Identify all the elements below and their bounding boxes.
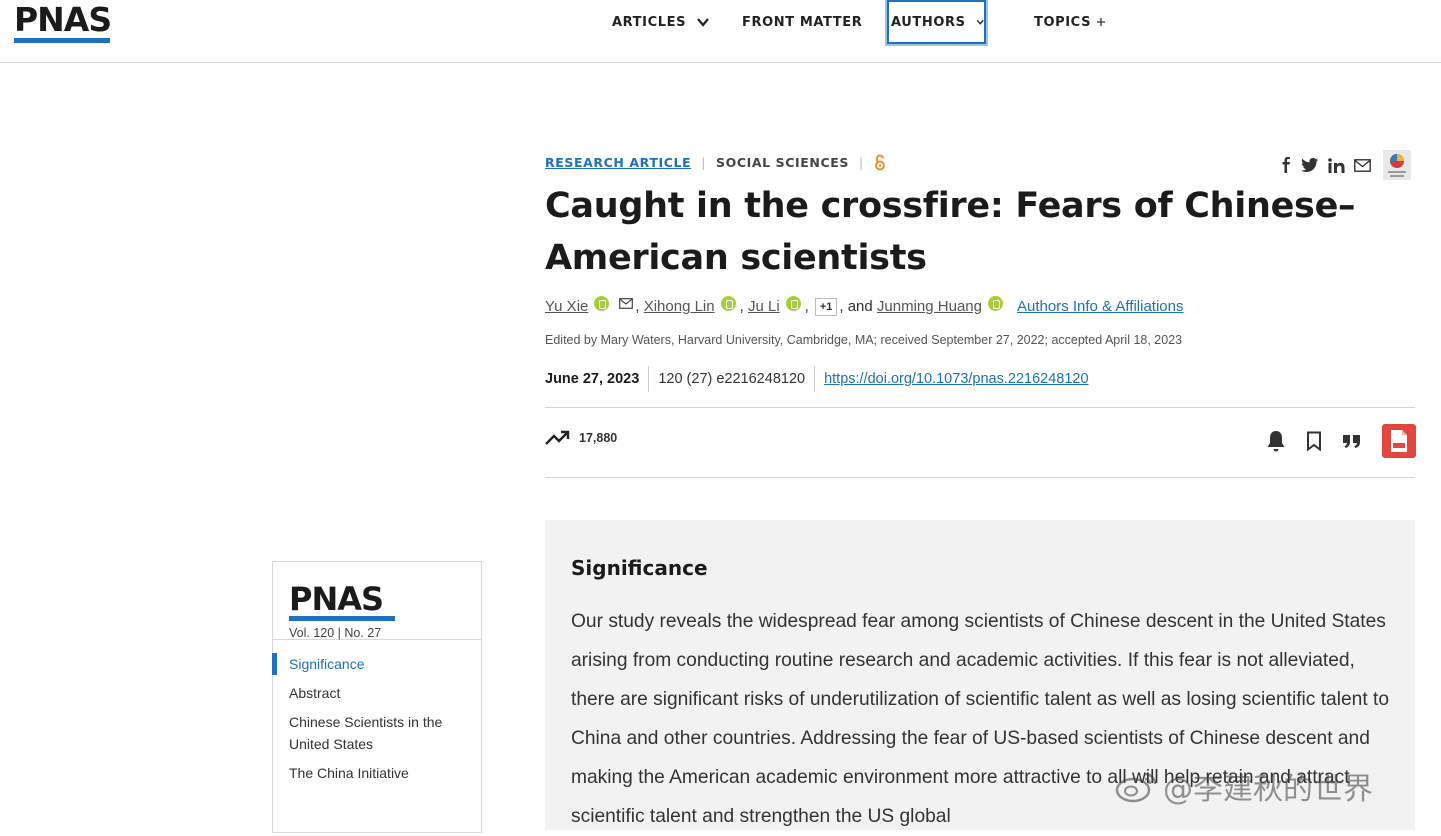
watermark: @李建秋的世界 [1115,764,1373,808]
pnas-logo[interactable]: PNAS [14,0,112,43]
issue-sidebar: PNAS Vol. 120 | No. 27 Significance Abst… [272,561,482,833]
toc-item-significance[interactable]: Significance [272,650,481,679]
more-authors-button[interactable]: +1 [814,297,838,316]
quote-icon[interactable] [1342,433,1362,449]
chevron-down-icon [976,19,984,25]
article-title: Caught in the crossfire: Fears of Chines… [545,186,1356,278]
doi-link[interactable]: https://doi.org/10.1073/pnas.2216248120 [824,371,1088,387]
volume-issue: Vol. 120 | No. 27 [289,626,382,640]
chevron-down-icon [697,18,709,27]
mail-icon[interactable] [619,298,634,309]
divider [545,477,1415,478]
nav-front-matter[interactable]: FRONT MATTER [742,0,862,44]
author-link[interactable]: Ju Li [748,298,780,315]
comma: , [739,298,748,315]
toc-item-abstract[interactable]: Abstract [273,679,481,708]
article-type-link[interactable]: RESEARCH ARTICLE [545,155,691,170]
article-meta: RESEARCH ARTICLE | SOCIAL SCIENCES | [545,154,886,171]
plus-icon [1097,18,1106,26]
divider [814,366,816,392]
comma: , [635,298,644,315]
share-bar [1280,150,1411,180]
publication-info: June 27, 2023 120 (27) e2216248120 https… [545,366,1089,392]
linkedin-icon[interactable] [1328,157,1345,173]
nav-authors[interactable]: AUTHORS [887,0,986,44]
author-link[interactable]: Junming Huang [877,298,982,315]
divider [545,407,1415,408]
sidebar-header[interactable]: PNAS Vol. 120 | No. 27 [273,562,481,640]
article-tools [1266,424,1416,458]
site-header: PNAS ARTICLES FRONT MATTER AUTHORS TOPIC… [0,0,1441,63]
logo-text: PNAS [14,0,112,39]
weibo-logo-icon [1115,772,1157,803]
orcid-icon[interactable] [785,296,801,311]
divider [648,366,650,392]
check-updates-icon[interactable] [1383,150,1411,180]
article-section[interactable]: SOCIAL SCIENCES [716,155,849,170]
facebook-icon[interactable] [1280,157,1292,173]
nav-topics[interactable]: TOPICS [1034,0,1106,44]
citation: 120 (27) e2216248120 [658,371,806,387]
nav-authors-label: AUTHORS [891,14,966,30]
nav-articles-label: ARTICLES [612,14,687,30]
orcid-icon[interactable] [594,296,610,311]
divider: | [701,155,706,170]
publication-date: June 27, 2023 [545,371,640,387]
nav-topics-label: TOPICS [1034,14,1092,30]
table-of-contents: Significance Abstract Chinese Scientists… [272,640,481,788]
author-link[interactable]: Xihong Lin [644,298,715,315]
author-link[interactable]: Yu Xie [545,298,588,315]
toc-item-chinese-scientists[interactable]: Chinese Scientists in the United States [273,708,481,759]
and-text: , and [839,298,873,315]
pdf-download-button[interactable] [1382,424,1416,458]
orcid-icon[interactable] [720,296,736,311]
nav-articles[interactable]: ARTICLES [612,0,710,44]
twitter-icon[interactable] [1301,157,1319,173]
author-list: Yu Xie , Xihong Lin , Ju Li , +1 , and J… [545,296,1184,317]
open-access-icon [874,154,885,171]
sidebar-logo: PNAS [289,580,384,618]
affiliations-link[interactable]: Authors Info & Affiliations [1017,298,1184,315]
article-metrics[interactable]: 17,880 [545,430,617,446]
views-count: 17,880 [579,431,618,445]
watermark-text: @李建秋的世界 [1163,772,1373,807]
pdf-icon [1391,430,1407,452]
divider: | [859,155,864,170]
trending-icon [545,430,570,445]
significance-heading: Significance [571,556,708,580]
nav-front-matter-label: FRONT MATTER [742,14,863,30]
comma: , [804,298,809,315]
mail-icon[interactable] [1354,158,1371,172]
bell-icon[interactable] [1266,430,1286,452]
orcid-icon[interactable] [988,296,1003,311]
toc-item-china-initiative[interactable]: The China Initiative [273,759,481,788]
bookmark-icon[interactable] [1306,431,1322,451]
edited-by: Edited by Mary Waters, Harvard Universit… [545,333,1183,347]
